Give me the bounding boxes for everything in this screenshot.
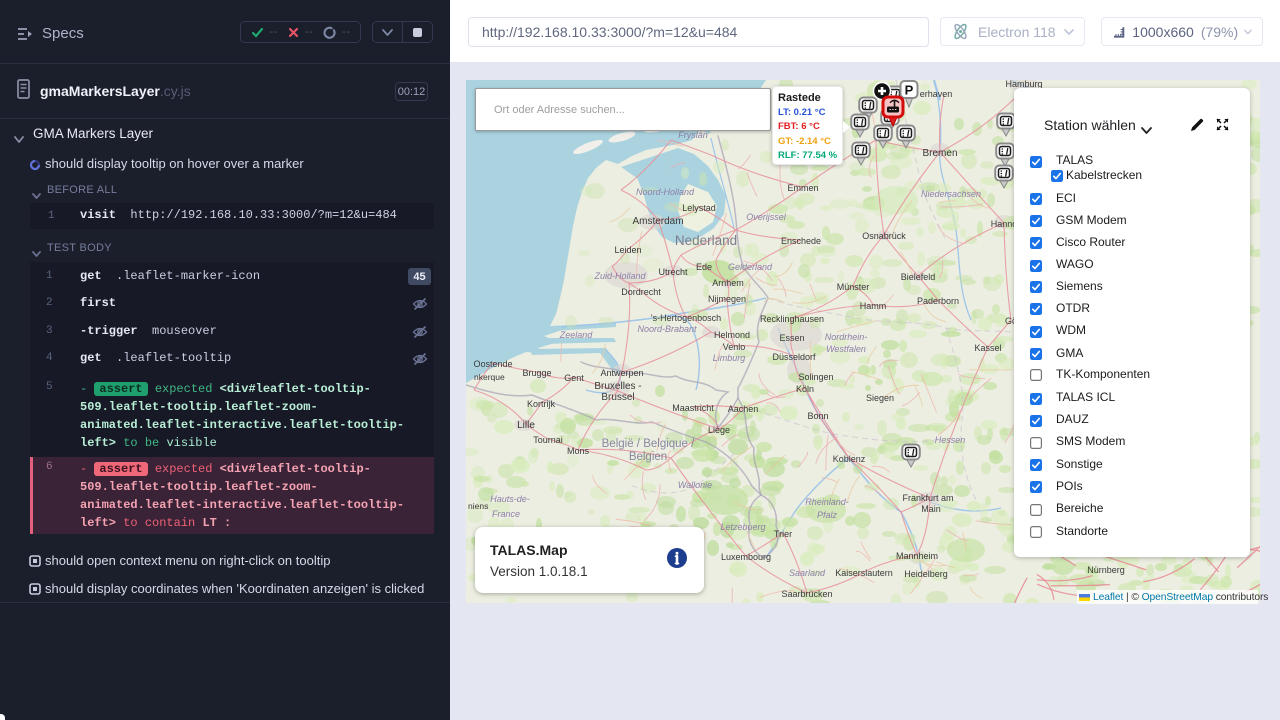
svg-text:Dordrecht: Dordrecht: [621, 287, 661, 297]
svg-text:Nordrhein-: Nordrhein-: [825, 332, 868, 342]
svg-text:Helmond: Helmond: [714, 330, 750, 340]
svg-text:Trier: Trier: [774, 529, 792, 539]
svg-text:Niedersachsen: Niedersachsen: [921, 189, 981, 199]
svg-text:Leiden: Leiden: [614, 245, 641, 255]
svg-text:Letzebuerg: Letzebuerg: [720, 522, 765, 532]
svg-text:Utrecht: Utrecht: [658, 267, 688, 277]
svg-text:Aachen: Aachen: [728, 404, 759, 414]
svg-text:België / Belgique /: België / Belgique /: [602, 438, 696, 450]
svg-text:Brugge: Brugge: [522, 368, 551, 378]
svg-text:Pfalz: Pfalz: [817, 510, 838, 520]
svg-text:Amsterdam: Amsterdam: [632, 216, 683, 227]
svg-text:Düsseldorf: Düsseldorf: [772, 352, 816, 362]
svg-text:Bielefeld: Bielefeld: [901, 272, 936, 282]
svg-text:France: France: [492, 509, 520, 519]
svg-text:Belgien: Belgien: [629, 451, 667, 463]
svg-text:Rheinland-: Rheinland-: [805, 497, 849, 507]
svg-text:Kassel: Kassel: [974, 343, 1001, 353]
svg-text:Venlo: Venlo: [723, 342, 746, 352]
svg-text:niens: niens: [468, 501, 488, 511]
svg-text:Bonn: Bonn: [807, 411, 828, 421]
svg-text:Kaiserslautern: Kaiserslautern: [835, 568, 893, 578]
svg-text:Lille: Lille: [517, 420, 535, 431]
svg-text:Frankfurt am: Frankfurt am: [902, 493, 953, 503]
svg-text:Emmen: Emmen: [787, 183, 818, 193]
svg-text:Zeeland: Zeeland: [559, 330, 594, 340]
svg-text:Fryslân: Fryslân: [678, 130, 708, 140]
svg-text:Mons: Mons: [567, 446, 590, 456]
svg-text:Hamm: Hamm: [860, 301, 887, 311]
svg-text:Noord-Holland: Noord-Holland: [636, 187, 695, 197]
svg-text:Nederland: Nederland: [675, 233, 737, 248]
svg-text:Bruxelles -: Bruxelles -: [594, 381, 641, 392]
svg-text:Recklinghausen: Recklinghausen: [760, 314, 824, 324]
svg-text:Maastricht: Maastricht: [672, 403, 714, 413]
svg-text:Limburg: Limburg: [713, 353, 746, 363]
svg-text:erhaven: erhaven: [920, 89, 953, 99]
svg-text:Siegen: Siegen: [866, 393, 894, 403]
svg-text:Gelderland: Gelderland: [728, 262, 773, 272]
svg-text:Luxembourg: Luxembourg: [721, 552, 771, 562]
svg-text:Koblenz: Koblenz: [833, 454, 866, 464]
svg-text:Köln: Köln: [796, 384, 814, 394]
svg-text:'s-Hertogenbosch: 's-Hertogenbosch: [651, 313, 721, 323]
svg-text:P: P: [905, 83, 914, 98]
svg-text:Kortrijk: Kortrijk: [527, 399, 556, 409]
svg-text:Hauts-de-: Hauts-de-: [490, 494, 530, 504]
svg-text:Paderborn: Paderborn: [917, 296, 959, 306]
svg-text:Main: Main: [921, 504, 941, 514]
svg-text:Nürnberg: Nürnberg: [1087, 565, 1125, 575]
svg-text:Saarbrücken: Saarbrücken: [781, 589, 832, 599]
svg-text:Wallonie: Wallonie: [678, 480, 712, 490]
svg-text:Hessen: Hessen: [935, 435, 966, 445]
svg-text:Enschede: Enschede: [781, 236, 821, 246]
svg-text:Arnhem: Arnhem: [712, 278, 744, 288]
svg-text:Mannheim: Mannheim: [896, 551, 938, 561]
svg-text:Münster: Münster: [837, 282, 870, 292]
svg-text:Antwerpen: Antwerpen: [600, 368, 643, 378]
svg-text:Oostende: Oostende: [473, 359, 512, 369]
svg-text:Saarland: Saarland: [789, 568, 826, 578]
svg-text:Gent: Gent: [564, 373, 584, 383]
svg-text:Ede: Ede: [696, 262, 712, 272]
svg-text:Bremen: Bremen: [922, 148, 957, 159]
svg-text:Brussel: Brussel: [601, 392, 634, 403]
svg-text:Tournai: Tournai: [533, 435, 563, 445]
svg-text:Osnabrück: Osnabrück: [862, 231, 906, 241]
svg-text:Solingen: Solingen: [798, 372, 833, 382]
svg-text:Westfalen: Westfalen: [826, 344, 866, 354]
svg-text:Noord-Brabant: Noord-Brabant: [637, 324, 697, 334]
svg-text:Liège: Liège: [708, 425, 730, 435]
svg-text:Nijmegen: Nijmegen: [708, 294, 746, 304]
svg-text:nkerque: nkerque: [474, 372, 505, 382]
svg-text:Essen: Essen: [779, 333, 804, 343]
svg-text:Heidelberg: Heidelberg: [904, 569, 948, 579]
svg-text:Lelystad: Lelystad: [682, 203, 716, 213]
svg-text:Zuid-Holland: Zuid-Holland: [593, 271, 646, 281]
svg-text:Overijssel: Overijssel: [746, 212, 787, 222]
